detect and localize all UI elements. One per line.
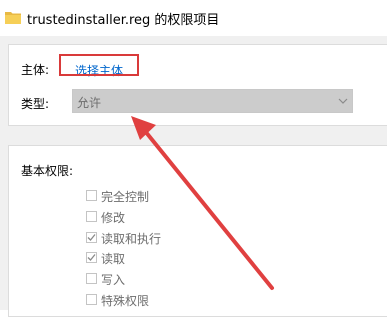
title-bar: trustedinstaller.reg 的权限项目 — [0, 0, 387, 36]
checkbox[interactable] — [86, 294, 97, 305]
permission-label: 读取 — [101, 252, 126, 266]
folder-icon — [5, 12, 21, 24]
principal-label: 主体: — [21, 63, 50, 77]
basic-permissions-label: 基本权限: — [21, 164, 74, 178]
highlight-box — [59, 54, 139, 76]
checkbox[interactable] — [86, 211, 97, 222]
permission-label: 特殊权限 — [101, 294, 150, 308]
window-title: trustedinstaller.reg 的权限项目 — [27, 13, 220, 28]
chevron-down-icon — [338, 98, 348, 104]
permission-label: 读取和执行 — [101, 232, 162, 246]
checkbox[interactable] — [86, 273, 97, 284]
permission-label: 写入 — [101, 273, 126, 287]
permission-label: 修改 — [101, 211, 126, 225]
type-dropdown-value: 允许 — [77, 96, 102, 110]
checkbox[interactable] — [86, 252, 97, 263]
checkbox[interactable] — [86, 190, 97, 201]
type-label: 类型: — [21, 97, 50, 111]
type-dropdown[interactable]: 允许 — [72, 89, 353, 113]
check-icon — [87, 254, 96, 261]
checkbox[interactable] — [86, 232, 97, 243]
permission-label: 完全控制 — [101, 190, 150, 204]
check-icon — [87, 234, 96, 241]
